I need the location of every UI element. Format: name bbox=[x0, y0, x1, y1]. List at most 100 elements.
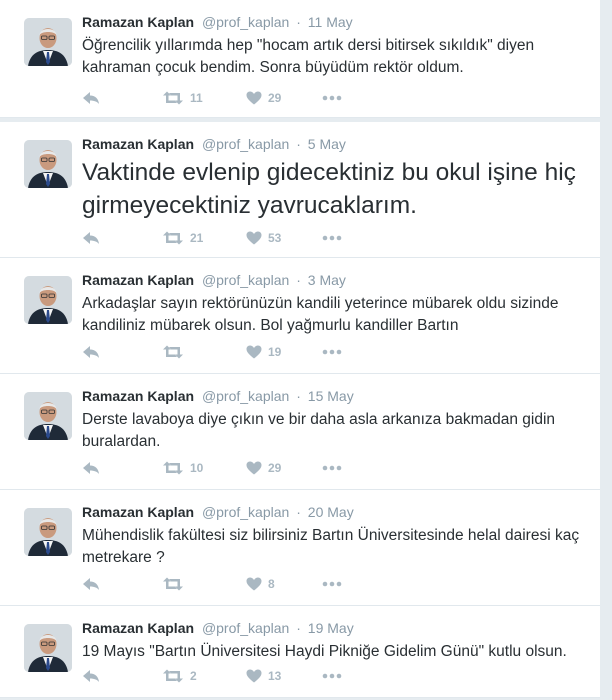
more-options-button[interactable] bbox=[322, 88, 342, 108]
tweet-timestamp[interactable]: 3 May bbox=[308, 272, 346, 288]
retweet-icon bbox=[162, 345, 184, 359]
user-handle[interactable]: @prof_kaplan bbox=[202, 620, 289, 636]
reply-button[interactable] bbox=[82, 342, 100, 362]
user-fullname[interactable]: Ramazan Kaplan bbox=[82, 620, 194, 636]
like-button[interactable]: 29 bbox=[246, 88, 281, 108]
user-handle[interactable]: @prof_kaplan bbox=[202, 388, 289, 404]
heart-icon bbox=[246, 91, 262, 105]
avatar[interactable] bbox=[24, 624, 72, 672]
tweet-timestamp[interactable]: 19 May bbox=[308, 620, 354, 636]
user-handle[interactable]: @prof_kaplan bbox=[202, 272, 289, 288]
tweet[interactable]: Ramazan Kaplan @prof_kaplan · 20 May Müh… bbox=[0, 490, 600, 606]
user-fullname[interactable]: Ramazan Kaplan bbox=[82, 504, 194, 520]
like-button[interactable]: 53 bbox=[246, 228, 281, 248]
like-count: 19 bbox=[268, 345, 282, 359]
reply-button[interactable] bbox=[82, 228, 100, 248]
retweet-icon bbox=[162, 231, 184, 245]
separator: · bbox=[296, 14, 301, 30]
more-options-icon bbox=[322, 673, 342, 679]
like-count: 8 bbox=[268, 577, 275, 591]
retweet-button[interactable]: 11 bbox=[162, 88, 203, 108]
reply-icon bbox=[82, 577, 100, 591]
tweet[interactable]: Ramazan Kaplan @prof_kaplan · 11 May Öğr… bbox=[0, 0, 600, 118]
tweet-timestamp[interactable]: 5 May bbox=[308, 136, 346, 152]
tweet-timestamp[interactable]: 11 May bbox=[308, 14, 353, 30]
tweet[interactable]: Ramazan Kaplan @prof_kaplan · 5 May Vakt… bbox=[0, 122, 600, 258]
user-handle[interactable]: @prof_kaplan bbox=[202, 136, 289, 152]
separator: · bbox=[296, 620, 301, 636]
tweet-header: Ramazan Kaplan @prof_kaplan · 15 May bbox=[82, 388, 354, 404]
tweet-header: Ramazan Kaplan @prof_kaplan · 20 May bbox=[82, 504, 354, 520]
tweet-header: Ramazan Kaplan @prof_kaplan · 11 May bbox=[82, 14, 353, 30]
heart-icon bbox=[246, 345, 262, 359]
reply-icon bbox=[82, 345, 100, 359]
tweet-timestamp[interactable]: 20 May bbox=[308, 504, 354, 520]
more-options-icon bbox=[322, 349, 342, 355]
retweet-icon bbox=[162, 577, 184, 591]
like-button[interactable]: 19 bbox=[246, 342, 281, 362]
more-options-icon bbox=[322, 581, 342, 587]
user-fullname[interactable]: Ramazan Kaplan bbox=[82, 388, 194, 404]
more-options-icon bbox=[322, 235, 342, 241]
user-handle[interactable]: @prof_kaplan bbox=[202, 504, 289, 520]
avatar[interactable] bbox=[24, 18, 72, 66]
avatar[interactable] bbox=[24, 508, 72, 556]
retweet-count: 21 bbox=[190, 231, 204, 245]
more-options-button[interactable] bbox=[322, 228, 342, 248]
more-options-button[interactable] bbox=[322, 574, 342, 594]
reply-button[interactable] bbox=[82, 88, 100, 108]
tweet-text: Arkadaşlar sayın rektörünüzün kandili ye… bbox=[82, 295, 559, 334]
reply-icon bbox=[82, 91, 100, 105]
retweet-icon bbox=[162, 669, 184, 683]
like-count: 53 bbox=[268, 231, 282, 245]
heart-icon bbox=[246, 461, 262, 475]
like-count: 29 bbox=[268, 91, 282, 105]
avatar[interactable] bbox=[24, 392, 72, 440]
more-options-button[interactable] bbox=[322, 342, 342, 362]
retweet-button[interactable]: 10 bbox=[162, 458, 203, 478]
user-fullname[interactable]: Ramazan Kaplan bbox=[82, 14, 194, 30]
reply-icon bbox=[82, 231, 100, 245]
tweet-timestamp[interactable]: 15 May bbox=[308, 388, 354, 404]
user-fullname[interactable]: Ramazan Kaplan bbox=[82, 136, 194, 152]
more-options-icon bbox=[322, 465, 342, 471]
tweet-text: Vaktinde evlenip gidecektiniz bu okul iş… bbox=[82, 159, 576, 219]
tweet-text: Mühendislik fakültesi siz bilirsiniz Bar… bbox=[82, 527, 580, 566]
heart-icon bbox=[246, 231, 262, 245]
more-options-button[interactable] bbox=[322, 666, 342, 686]
like-count: 13 bbox=[268, 669, 282, 683]
retweet-count: 11 bbox=[190, 91, 203, 105]
reply-icon bbox=[82, 461, 100, 475]
retweet-button[interactable] bbox=[162, 342, 190, 362]
avatar[interactable] bbox=[24, 140, 72, 188]
separator: · bbox=[296, 504, 301, 520]
tweet[interactable]: Ramazan Kaplan @prof_kaplan · 3 May Arka… bbox=[0, 258, 600, 374]
tweet-text: Öğrencilik yıllarımda hep "hocam artık d… bbox=[82, 37, 535, 76]
user-fullname[interactable]: Ramazan Kaplan bbox=[82, 272, 194, 288]
tweet-header: Ramazan Kaplan @prof_kaplan · 5 May bbox=[82, 136, 346, 152]
like-button[interactable]: 8 bbox=[246, 574, 275, 594]
retweet-count: 10 bbox=[190, 461, 204, 475]
retweet-button[interactable] bbox=[162, 574, 190, 594]
retweet-icon bbox=[162, 461, 184, 475]
retweet-button[interactable]: 21 bbox=[162, 228, 203, 248]
more-options-button[interactable] bbox=[322, 458, 342, 478]
tweet[interactable]: Ramazan Kaplan @prof_kaplan · 15 May Der… bbox=[0, 374, 600, 490]
tweet-text: 19 Mayıs "Bartın Üniversitesi Haydi Pikn… bbox=[82, 643, 567, 660]
reply-icon bbox=[82, 669, 100, 683]
tweet-text: Derste lavaboya diye çıkın ve bir daha a… bbox=[82, 411, 556, 450]
avatar[interactable] bbox=[24, 276, 72, 324]
separator: · bbox=[296, 136, 301, 152]
tweet-header: Ramazan Kaplan @prof_kaplan · 3 May bbox=[82, 272, 346, 288]
heart-icon bbox=[246, 577, 262, 591]
reply-button[interactable] bbox=[82, 666, 100, 686]
retweet-button[interactable]: 2 bbox=[162, 666, 197, 686]
like-button[interactable]: 13 bbox=[246, 666, 281, 686]
user-handle[interactable]: @prof_kaplan bbox=[202, 14, 289, 30]
reply-button[interactable] bbox=[82, 458, 100, 478]
retweet-icon bbox=[162, 91, 184, 105]
like-button[interactable]: 29 bbox=[246, 458, 281, 478]
tweet[interactable]: Ramazan Kaplan @prof_kaplan · 19 May 19 … bbox=[0, 606, 600, 698]
more-options-icon bbox=[322, 95, 342, 101]
reply-button[interactable] bbox=[82, 574, 100, 594]
